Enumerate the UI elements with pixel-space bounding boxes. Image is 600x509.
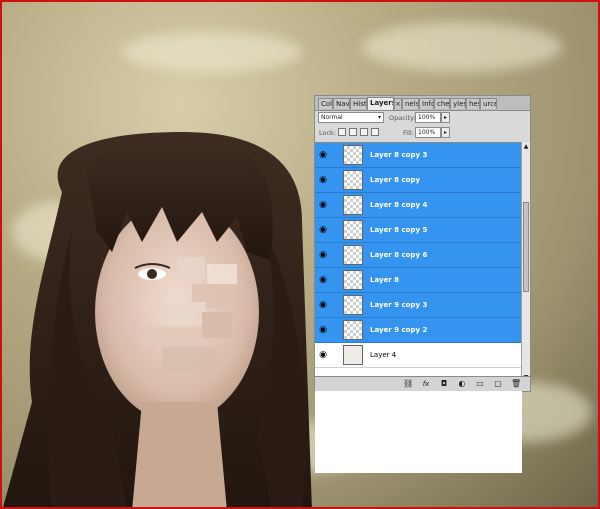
layer-thumbnail	[343, 345, 363, 365]
layer-name: Layer 9 copy 3	[370, 301, 428, 309]
layer-row[interactable]: ◉ Layer 8 copy 3	[315, 143, 522, 168]
layer-name: Layer 8 copy 6	[370, 251, 428, 259]
tab-color[interactable]: Col	[318, 98, 333, 109]
layer-thumbnail	[343, 270, 363, 290]
tab-channels[interactable]: nels	[402, 98, 419, 109]
panel-tab-bar: Col Nav Hist Layers × nels Info ches yle…	[315, 96, 530, 111]
tab-info[interactable]: Info	[419, 98, 434, 109]
opacity-label: Opacity:	[389, 114, 416, 122]
group-folder-icon[interactable]: ▭	[475, 379, 485, 389]
blend-row: Normal ▾ Opacity: 100% ▸	[315, 111, 530, 125]
fill-stepper[interactable]: ▸	[441, 127, 450, 138]
layer-thumbnail	[343, 245, 363, 265]
layer-name: Layer 8 copy	[370, 176, 421, 184]
lock-transparent-icon[interactable]	[338, 128, 346, 136]
lock-label: Lock:	[319, 129, 337, 137]
tab-navigator[interactable]: Nav	[333, 98, 350, 109]
eye-icon[interactable]: ◉	[317, 299, 329, 311]
layers-list: ◉ Layer 8 copy 3 ◉ Layer 8 copy ◉ Layer …	[315, 142, 522, 473]
layers-toolbar: ⛓ fx ◘ ◐ ▭ ▢ 🗑	[315, 376, 530, 391]
lock-all-icon[interactable]	[371, 128, 379, 136]
trash-icon[interactable]: 🗑	[511, 379, 521, 389]
tab-source[interactable]: urce	[480, 98, 497, 109]
layer-row[interactable]: ◉ Layer 8 copy	[315, 168, 522, 193]
lock-move-icon[interactable]	[360, 128, 368, 136]
fill-label: Fill:	[403, 129, 414, 137]
layer-row[interactable]: ◉ Layer 8	[315, 268, 522, 293]
tab-styles[interactable]: yles	[450, 98, 466, 109]
layer-name: Layer 8 copy 4	[370, 201, 428, 209]
layer-thumbnail	[343, 295, 363, 315]
eye-icon[interactable]: ◉	[317, 224, 329, 236]
layer-name: Layer 9 copy 2	[370, 326, 428, 334]
layer-name: Layer 8 copy 3	[370, 151, 428, 159]
layer-row[interactable]: ◉ Layer 9 copy 2	[315, 318, 522, 343]
eye-icon[interactable]: ◉	[317, 249, 329, 261]
scroll-thumb[interactable]	[523, 202, 529, 292]
link-icon[interactable]: ⛓	[403, 379, 413, 389]
layer-thumbnail	[343, 195, 363, 215]
eye-icon[interactable]: ◉	[317, 274, 329, 286]
layer-thumbnail	[343, 320, 363, 340]
layers-scrollbar[interactable]: ▲ ▼	[521, 142, 530, 382]
layer-row[interactable]: ◉ Layer 4	[315, 343, 522, 368]
tab-swatches[interactable]: ches	[434, 98, 450, 109]
lock-paint-icon[interactable]	[349, 128, 357, 136]
layer-row[interactable]: ◉ Layer 8 copy 4	[315, 193, 522, 218]
fill-input[interactable]: 100%	[415, 127, 441, 138]
eye-icon[interactable]: ◉	[317, 324, 329, 336]
layer-row[interactable]: ◉ Layer 8 copy 5	[315, 218, 522, 243]
layer-row[interactable]: ◉ Layer 8 copy 6	[315, 243, 522, 268]
mask-icon[interactable]: ◘	[439, 379, 449, 389]
eye-icon[interactable]: ◉	[317, 349, 329, 361]
fx-icon[interactable]: fx	[421, 379, 431, 389]
layer-name: Layer 8 copy 5	[370, 226, 428, 234]
blend-mode-select[interactable]: Normal ▾	[318, 112, 384, 123]
layer-thumbnail	[343, 220, 363, 240]
opacity-stepper[interactable]: ▸	[441, 112, 450, 123]
tab-brushes[interactable]: hes	[466, 98, 480, 109]
lock-row: Lock: Fill: 100% ▸	[315, 126, 530, 140]
opacity-input[interactable]: 100%	[415, 112, 441, 123]
eye-icon[interactable]: ◉	[317, 174, 329, 186]
eye-icon[interactable]: ◉	[317, 199, 329, 211]
layer-thumbnail	[343, 170, 363, 190]
layer-row[interactable]: ◉ Layer 9 copy 3	[315, 293, 522, 318]
layers-panel: Col Nav Hist Layers × nels Info ches yle…	[314, 95, 531, 473]
eye-icon[interactable]: ◉	[317, 149, 329, 161]
layer-name: Layer 4	[370, 351, 397, 359]
canvas: Col Nav Hist Layers × nels Info ches yle…	[0, 0, 600, 509]
tab-history[interactable]: Hist	[350, 98, 367, 109]
adjustment-icon[interactable]: ◐	[457, 379, 467, 389]
scroll-up-icon[interactable]: ▲	[522, 142, 530, 151]
blend-mode-value: Normal	[321, 114, 343, 121]
chevron-down-icon: ▾	[377, 114, 381, 121]
layer-name: Layer 8	[370, 276, 400, 284]
new-layer-icon[interactable]: ▢	[493, 379, 503, 389]
close-icon[interactable]: ×	[394, 98, 402, 109]
tab-layers[interactable]: Layers	[367, 97, 394, 110]
layer-thumbnail	[343, 145, 363, 165]
